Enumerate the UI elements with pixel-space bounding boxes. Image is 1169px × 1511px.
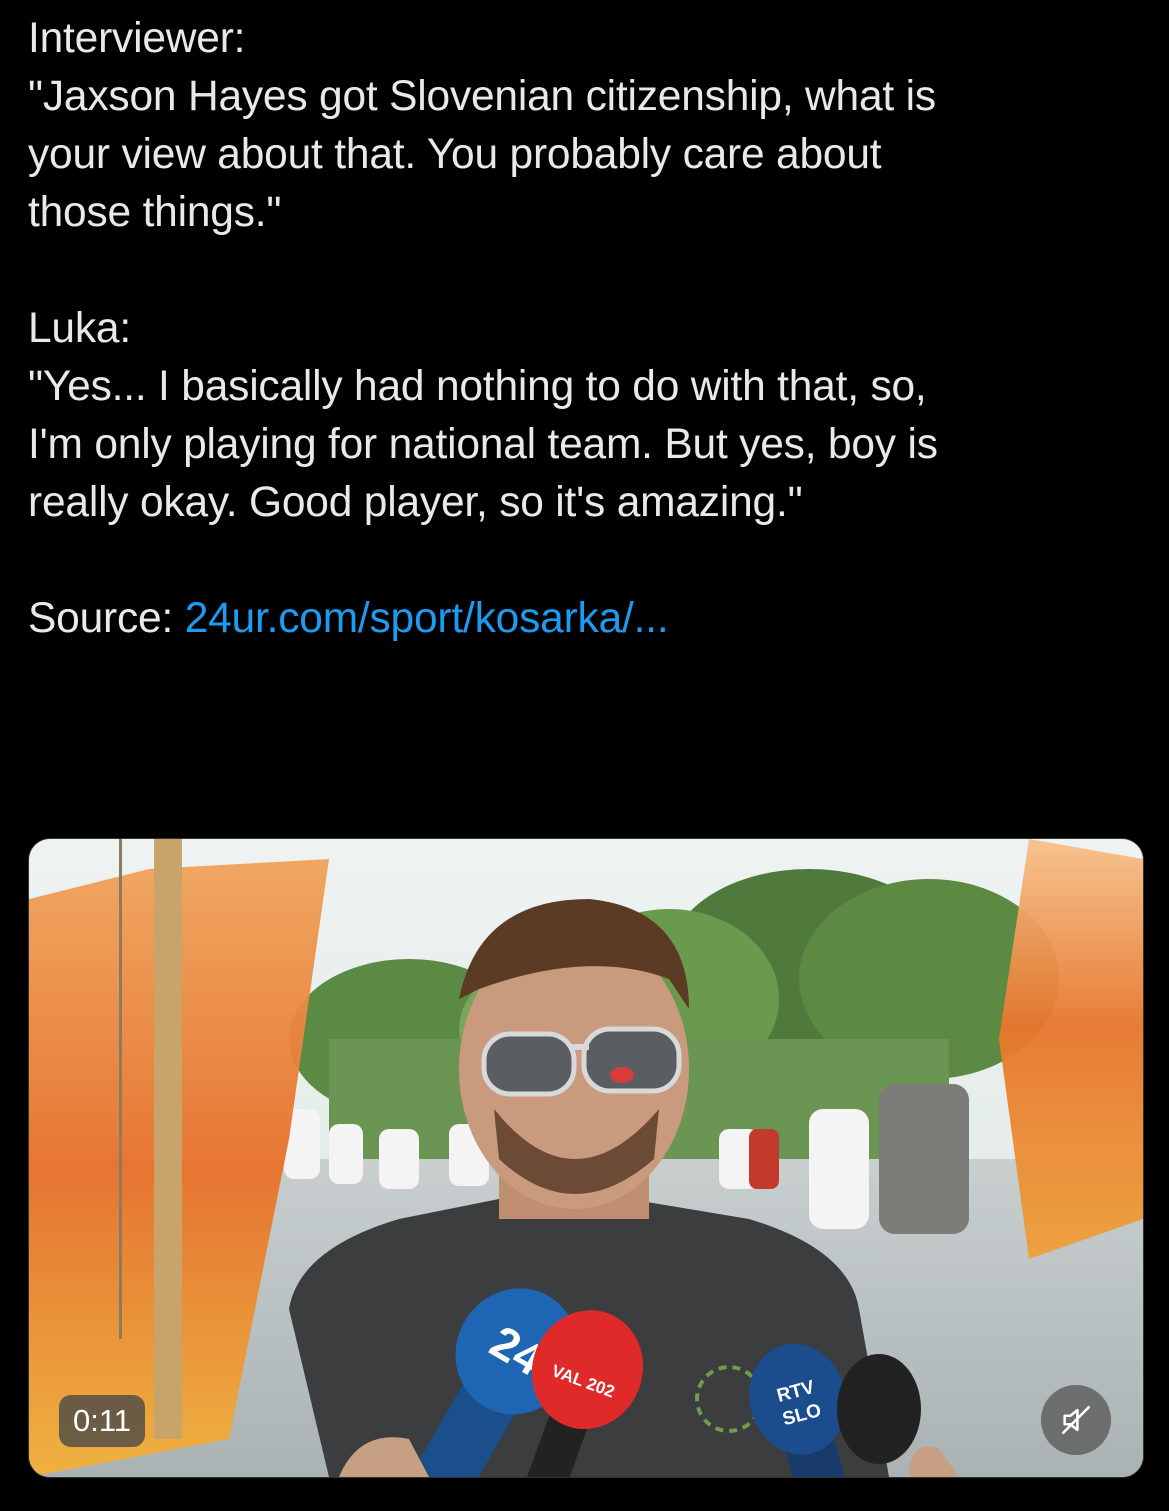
tweet-text: Interviewer: "Jaxson Hayes got Slovenian… [28, 10, 1143, 648]
tweet-line: those things." [28, 189, 282, 236]
video-time-badge: 0:11 [59, 1395, 146, 1447]
source-label: Source: [28, 595, 185, 642]
tweet-line: Interviewer: [28, 15, 246, 62]
tweet-line: really okay. Good player, so it's amazin… [28, 479, 803, 526]
video-frame: 24 VAL 202 RTV SLO [29, 839, 1143, 1477]
tweet-line: Luka: [28, 305, 131, 352]
tweet-line: "Jaxson Hayes got Slovenian citizenship,… [28, 73, 936, 120]
source-link[interactable]: 24ur.com/sport/kosarka/... [185, 595, 669, 642]
source-line: Source: 24ur.com/sport/kosarka/... [28, 590, 1143, 648]
mute-toggle-button[interactable] [1041, 1385, 1111, 1455]
video-player[interactable]: 24 VAL 202 RTV SLO 0:11 [28, 838, 1144, 1478]
tweet-line: "Yes... I basically had nothing to do wi… [28, 363, 927, 410]
speaker-muted-icon [1061, 1405, 1091, 1435]
tweet-line: I'm only playing for national team. But … [28, 421, 938, 468]
tweet-line: your view about that. You probably care … [28, 131, 882, 178]
